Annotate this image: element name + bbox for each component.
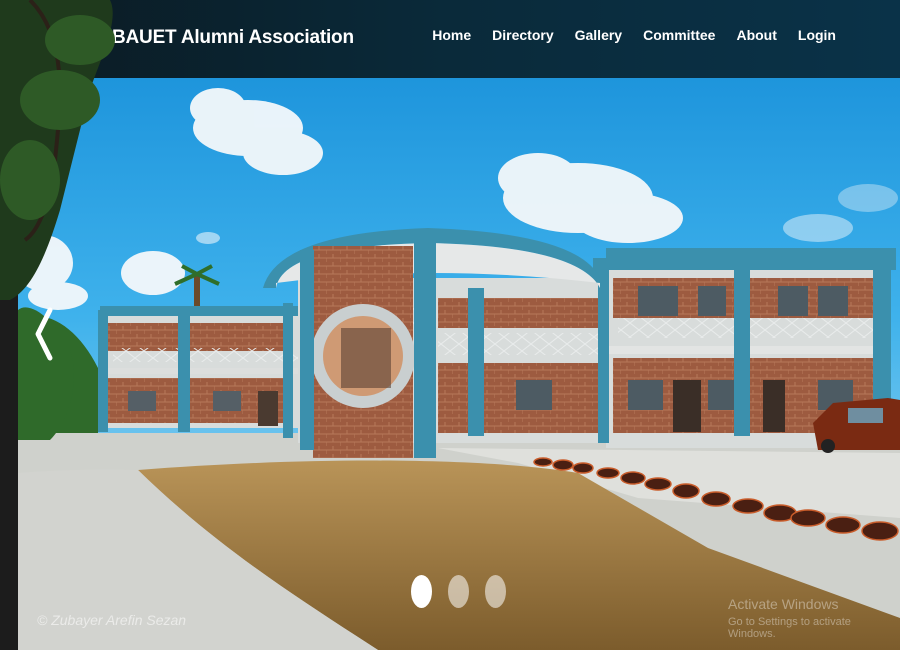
brand-title: BAUET Alumni Association (112, 27, 354, 48)
left-dark-strip (0, 0, 18, 650)
university-crest-icon (82, 19, 106, 57)
nav-gallery[interactable]: Gallery (575, 27, 622, 43)
carousel-indicator-3[interactable] (485, 575, 506, 608)
nav-about[interactable]: About (736, 27, 776, 43)
carousel-indicators (411, 575, 506, 608)
activate-windows-hint: Go to Settings to activate Windows. (728, 616, 851, 640)
nav-login[interactable]: Login (798, 27, 836, 43)
nav-directory[interactable]: Directory (492, 27, 553, 43)
carousel-slide (18, 78, 900, 650)
top-navbar: BAUET Alumni Association Home Directory … (0, 0, 900, 78)
photo-credit: © Zubayer Arefin Sezan (37, 612, 187, 628)
nav-committee[interactable]: Committee (643, 27, 715, 43)
carousel-indicator-1[interactable] (411, 575, 432, 608)
activate-windows-title: Activate Windows (728, 596, 839, 612)
brand[interactable]: BAUET Alumni Association (82, 18, 354, 58)
campus-building-photo (18, 78, 900, 650)
main-nav: Home Directory Gallery Committee About L… (432, 27, 836, 43)
nav-home[interactable]: Home (432, 27, 471, 43)
carousel-indicator-2[interactable] (448, 575, 469, 608)
activate-windows-overlay: Activate Windows Go to Settings to activ… (728, 596, 900, 640)
chevron-left-icon[interactable] (30, 304, 58, 364)
